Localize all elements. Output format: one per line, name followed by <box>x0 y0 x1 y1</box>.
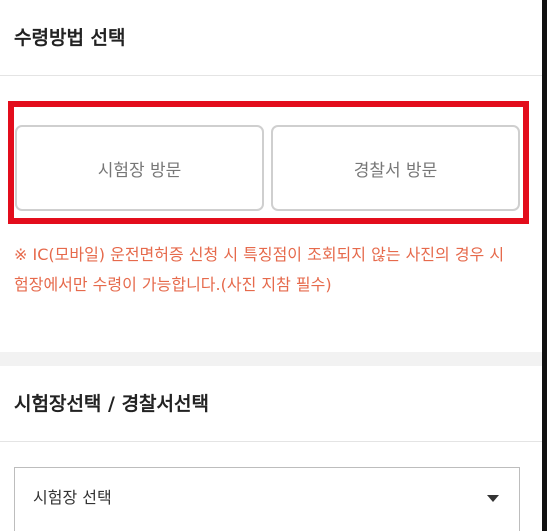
photo-notice-text: ※ IC(모바일) 운전면허증 신청 시 특징점이 조회되지 않는 사진의 경우… <box>14 245 505 294</box>
section-title-receipt-method: 수령방법 선택 <box>0 0 542 76</box>
exam-center-visit-button[interactable]: 시험장 방문 <box>15 125 264 211</box>
chevron-down-icon <box>487 495 499 502</box>
location-select-value: 시험장 선택 <box>33 488 112 507</box>
police-station-visit-button[interactable]: 경찰서 방문 <box>271 125 520 211</box>
police-station-visit-label: 경찰서 방문 <box>353 160 438 181</box>
location-title: 시험장선택 / 경찰서선택 <box>14 393 209 415</box>
section-title-location: 시험장선택 / 경찰서선택 <box>0 366 542 442</box>
exam-center-visit-label: 시험장 방문 <box>97 160 182 181</box>
window-edge <box>542 0 547 531</box>
section-divider <box>0 352 542 366</box>
receipt-method-title: 수령방법 선택 <box>14 27 126 49</box>
location-select[interactable]: 시험장 선택 <box>14 467 520 531</box>
